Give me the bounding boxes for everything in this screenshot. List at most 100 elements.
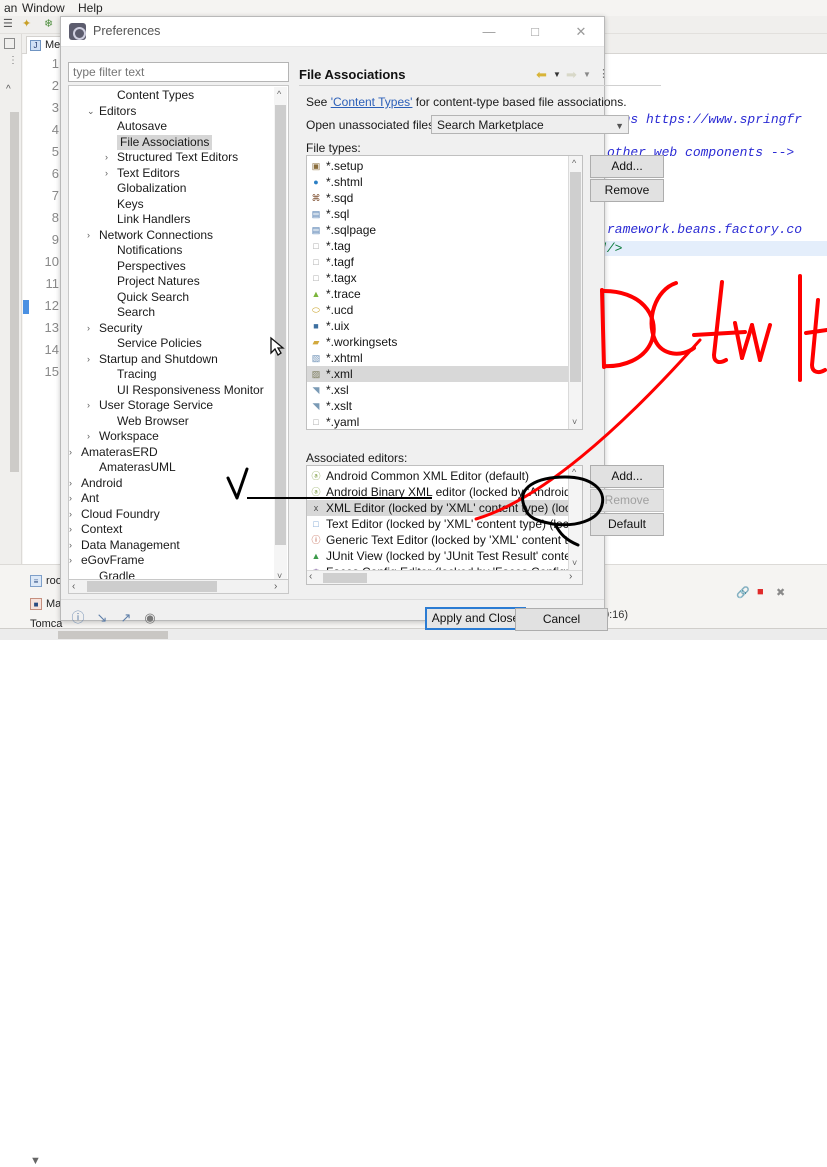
tree-item-startup-and-shutdown[interactable]: › Startup and Shutdown [69, 352, 270, 367]
chevron-right-icon[interactable]: › [87, 398, 90, 413]
tree-item-user-storage-service[interactable]: › User Storage Service [69, 398, 270, 413]
editors-horizontal-scrollbar[interactable]: ‹ › [307, 570, 582, 584]
maximize-button[interactable]: □ [512, 17, 558, 46]
scroll-down-icon[interactable]: ▼ [30, 1155, 41, 1167]
file-types-add-button[interactable]: Add... [590, 155, 664, 178]
scroll-up-icon[interactable]: ^ [277, 89, 281, 99]
tree-item-file-associations[interactable]: File Associations [69, 134, 270, 150]
editors-hscrollbar-thumb[interactable] [323, 573, 367, 583]
tree-item-notifications[interactable]: Notifications [69, 243, 270, 258]
chevron-right-icon[interactable]: › [105, 166, 108, 181]
associated-editor-row[interactable]: ⓐ Android Common XML Editor (default) [307, 468, 582, 484]
apply-and-close-button[interactable]: Apply and Close [425, 607, 526, 630]
associated-editor-row[interactable]: □ Text Editor (locked by 'XML' content ty… [307, 516, 582, 532]
preferences-tree[interactable]: ^ ˅ Content Types ⌄ Editors Autosave File As… [68, 85, 289, 586]
associated-editor-row[interactable]: ▲ JUnit View (locked by 'JUnit Test Resul… [307, 548, 582, 564]
scroll-up-icon[interactable]: ^ [572, 467, 576, 477]
link-icon[interactable]: 🔗 [736, 586, 750, 599]
file-type-row[interactable]: ▲ *.trace [307, 286, 582, 302]
chevron-right-icon[interactable]: › [69, 491, 72, 506]
scroll-down-icon[interactable]: ˅ [572, 558, 577, 568]
tree-scrollbar-thumb[interactable] [275, 105, 286, 545]
forward-dropdown-icon[interactable]: ▼ [583, 70, 591, 79]
file-type-row[interactable]: ⌘ *.sqd [307, 190, 582, 206]
import-icon[interactable]: ↘ [93, 609, 111, 627]
file-type-row[interactable]: □ *.tagf [307, 254, 582, 270]
chevron-right-icon[interactable]: › [69, 507, 72, 522]
file-type-row[interactable]: ▰ *.workingsets [307, 334, 582, 350]
terminate-icon[interactable]: ■ [757, 586, 764, 598]
back-arrow-icon[interactable]: ⬅ [536, 67, 547, 83]
file-type-row[interactable]: ● *.shtml [307, 174, 582, 190]
file-types-remove-button[interactable]: Remove [590, 179, 664, 202]
file-types-scrollbar-thumb[interactable] [570, 172, 581, 382]
restore-view-icon[interactable] [4, 38, 15, 49]
tree-item-quick-search[interactable]: Quick Search [69, 290, 270, 305]
file-type-row[interactable]: □ *.tagx [307, 270, 582, 286]
back-dropdown-icon[interactable]: ▼ [553, 70, 561, 79]
file-type-row[interactable]: ▨ *.xml [307, 366, 582, 382]
tree-item-link-handlers[interactable]: Link Handlers [69, 212, 270, 227]
forward-arrow-icon[interactable]: ➡ [566, 67, 577, 83]
tree-item-workspace[interactable]: › Workspace [69, 429, 270, 444]
tree-item-android[interactable]: › Android [69, 476, 270, 491]
tree-item-globalization[interactable]: Globalization [69, 181, 270, 196]
editors-add-button[interactable]: Add... [590, 465, 664, 488]
tree-item-data-management[interactable]: › Data Management [69, 538, 270, 553]
file-types-list[interactable]: ▣ *.setup ● *.shtml ⌘ *.sqd ▤ *.sql ▤ *.sqlpage □ *… [306, 155, 583, 430]
filter-input[interactable] [68, 62, 289, 82]
tree-item-ant[interactable]: › Ant [69, 491, 270, 506]
remove-icon[interactable]: ✖ [776, 586, 785, 599]
tree-item-editors[interactable]: ⌄ Editors [69, 104, 270, 119]
chevron-right-icon[interactable]: › [69, 522, 72, 537]
view-menu-icon[interactable]: ⋮ [598, 67, 609, 80]
tree-item-cloud-foundry[interactable]: › Cloud Foundry [69, 507, 270, 522]
toolbar-icon-run[interactable]: ✦ [22, 19, 31, 30]
associated-editor-row[interactable]: ⓐ Android Binary XML editor (locked by 'A… [307, 484, 582, 500]
toolbar-icon-debug[interactable]: ❄ [44, 19, 53, 30]
tree-item-structured-text-editors[interactable]: › Structured Text Editors [69, 150, 270, 165]
tree-item-amateraserd[interactable]: › AmaterasERD [69, 445, 270, 460]
tree-item-search[interactable]: Search [69, 305, 270, 320]
file-type-row[interactable]: □ *.yaml [307, 414, 582, 429]
tree-hscrollbar-thumb[interactable] [87, 581, 217, 592]
scroll-left-icon[interactable]: ‹ [309, 571, 312, 582]
file-type-row[interactable]: ◥ *.xsl [307, 382, 582, 398]
file-type-row[interactable]: ▤ *.sql [307, 206, 582, 222]
close-button[interactable]: ✕ [558, 17, 604, 46]
chevron-right-icon[interactable]: › [87, 321, 90, 336]
tree-item-tracing[interactable]: Tracing [69, 367, 270, 382]
menu-item-window[interactable]: Window [22, 1, 65, 15]
tree-item-service-policies[interactable]: Service Policies [69, 336, 270, 351]
scroll-right-icon[interactable]: › [569, 571, 572, 582]
help-icon[interactable]: ⓘ [69, 609, 87, 627]
file-type-row[interactable]: □ *.tag [307, 238, 582, 254]
tree-item-perspectives[interactable]: Perspectives [69, 259, 270, 274]
scroll-down-icon[interactable]: ˅ [572, 417, 577, 427]
chevron-right-icon[interactable]: › [69, 553, 72, 568]
associated-editors-list[interactable]: ⓐ Android Common XML Editor (default) ⓐ And… [306, 465, 583, 585]
tree-item-text-editors[interactable]: › Text Editors [69, 166, 270, 181]
chevron-right-icon[interactable]: › [105, 150, 108, 165]
dialog-titlebar[interactable]: Preferences — □ ✕ [61, 17, 604, 47]
associated-editor-row[interactable]: x XML Editor (locked by 'XML' content typ… [307, 500, 582, 516]
tree-item-egovframe[interactable]: › eGovFrame [69, 553, 270, 568]
chevron-right-icon[interactable]: › [87, 429, 90, 444]
toolbar-icon-console[interactable]: ☰ [3, 19, 13, 30]
tree-item-content-types[interactable]: Content Types [69, 88, 270, 103]
tree-item-amaterasuml[interactable]: AmaterasUML [69, 460, 270, 475]
scroll-right-icon[interactable]: › [274, 581, 277, 592]
menu-item-help[interactable]: Help [78, 1, 103, 15]
file-type-row[interactable]: ▤ *.sqlpage [307, 222, 582, 238]
content-types-link[interactable]: 'Content Types' [331, 95, 413, 109]
chevron-right-icon[interactable]: › [69, 476, 72, 491]
chevron-right-icon[interactable]: › [69, 538, 72, 553]
chevron-right-icon[interactable]: › [87, 352, 90, 367]
editors-default-button[interactable]: Default [590, 513, 664, 536]
menu-item-run[interactable]: an [4, 1, 17, 15]
file-type-row[interactable]: ▧ *.xhtml [307, 350, 582, 366]
file-type-row[interactable]: ⬭ *.ucd [307, 302, 582, 318]
chevron-down-icon[interactable]: ⌄ [87, 104, 95, 119]
scroll-up-icon[interactable]: ^ [572, 158, 576, 168]
chevron-right-icon[interactable]: › [69, 445, 72, 460]
